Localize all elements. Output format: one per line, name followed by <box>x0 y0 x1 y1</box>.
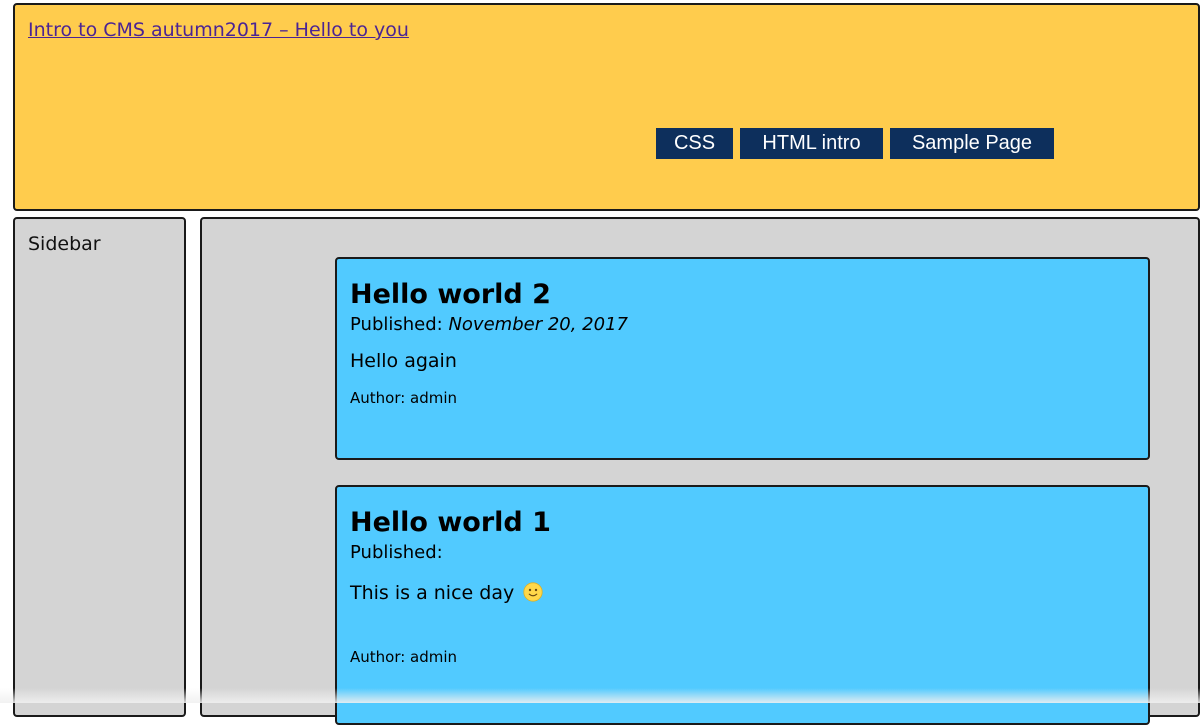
nav-item-html-intro[interactable]: HTML intro <box>740 128 883 159</box>
post-title: Hello world 1 <box>350 507 551 538</box>
published-label: Published: <box>350 314 449 335</box>
post-published: Published: November 20, 2017 <box>350 314 628 335</box>
post-author: Author: admin <box>350 648 458 666</box>
nav-item-sample-page[interactable]: Sample Page <box>890 128 1054 159</box>
slightly-smiling-face-icon <box>523 582 543 602</box>
site-title-link[interactable]: Intro to CMS autumn2017 – Hello to you <box>28 19 409 41</box>
post-published: Published: <box>350 542 443 563</box>
post-body: This is a nice day <box>350 582 515 604</box>
nav-item-css[interactable]: CSS <box>656 128 733 159</box>
post-title: Hello world 2 <box>350 279 551 310</box>
published-date: November 20, 2017 <box>448 314 628 335</box>
post-card: Hello world 2 Published: November 20, 20… <box>335 257 1150 460</box>
main-content: Hello world 2 Published: November 20, 20… <box>200 217 1200 725</box>
main-navigation: CSS HTML intro Sample Page <box>656 128 1054 159</box>
sidebar-title: Sidebar <box>28 233 101 255</box>
post-body: Hello again <box>350 350 457 372</box>
post-body-line: This is a nice day <box>350 582 543 604</box>
site-header: Intro to CMS autumn2017 – Hello to you C… <box>13 3 1200 211</box>
published-label: Published: <box>350 542 443 563</box>
sidebar: Sidebar <box>13 217 186 717</box>
post-card: Hello world 1 Published: This is a nice … <box>335 485 1150 725</box>
post-author: Author: admin <box>350 389 458 407</box>
